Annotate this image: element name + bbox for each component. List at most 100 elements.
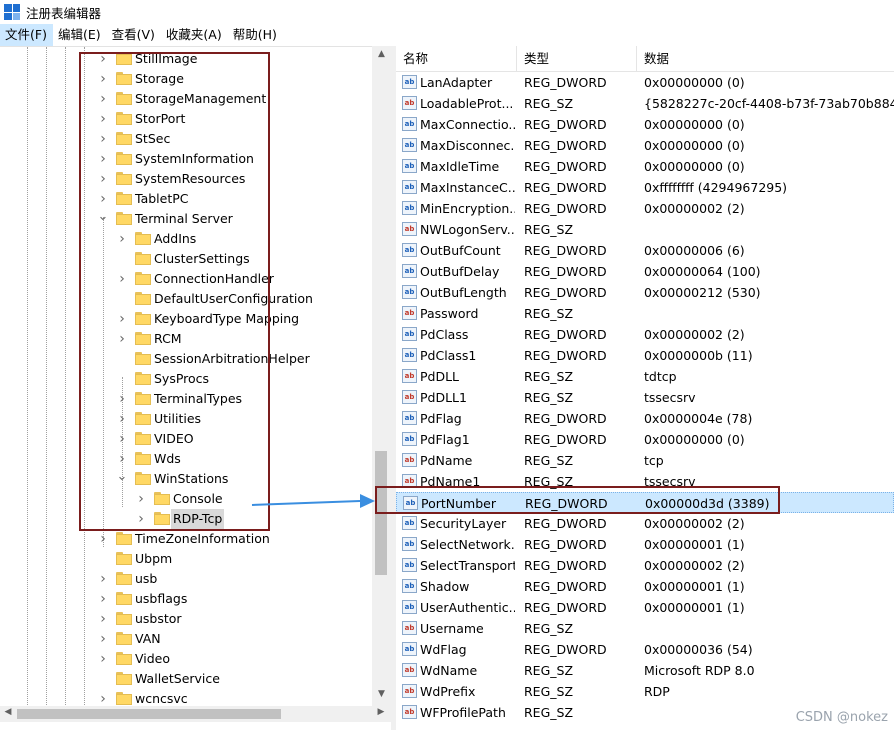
chevron-right-icon[interactable]: › <box>97 592 109 606</box>
value-row[interactable]: ab SecurityLayer REG_DWORD 0x00000002 (2) <box>396 513 894 534</box>
menu-item[interactable]: 编辑(E) <box>53 24 107 46</box>
value-type: REG_SZ <box>524 306 574 321</box>
column-data-header[interactable]: 数据 <box>637 46 894 72</box>
tree-node-label[interactable]: usb <box>133 569 159 589</box>
value-data: 0x00000002 (2) <box>644 327 745 342</box>
value-row[interactable]: ab MaxIdleTime REG_DWORD 0x00000000 (0) <box>396 156 894 177</box>
value-row[interactable]: ab PdDLL1 REG_SZ tssecsrv <box>396 387 894 408</box>
value-row[interactable]: ab SelectNetwork... REG_DWORD 0x00000001 (1… <box>396 534 894 555</box>
value-row[interactable]: ab SelectTransport REG_DWORD 0x00000002 (2) <box>396 555 894 576</box>
tree-node[interactable]: › usbstor <box>0 609 372 629</box>
reg-dword-icon: ab <box>402 243 417 257</box>
value-row[interactable]: ab PdFlag REG_DWORD 0x0000004e (78) <box>396 408 894 429</box>
value-row[interactable]: ab Password REG_SZ <box>396 303 894 324</box>
value-type: REG_SZ <box>524 705 574 720</box>
tree-node[interactable]: › VAN <box>0 629 372 649</box>
registry-editor-icon <box>4 4 20 20</box>
value-row[interactable]: ab MaxInstanceC... REG_DWORD 0xffffffff (42… <box>396 177 894 198</box>
tree-node[interactable]: WalletService <box>0 669 372 689</box>
value-type: REG_SZ <box>524 390 574 405</box>
chevron-right-icon[interactable]: › <box>97 532 109 546</box>
chevron-right-icon[interactable]: › <box>97 692 109 706</box>
folder-icon <box>116 612 132 625</box>
value-row[interactable]: ab PdClass REG_DWORD 0x00000002 (2) <box>396 324 894 345</box>
value-row[interactable]: ab WdFlag REG_DWORD 0x00000036 (54) <box>396 639 894 660</box>
value-name: MaxInstanceC... <box>420 180 515 195</box>
value-row[interactable]: ab MaxConnectio... REG_DWORD 0x00000000 (0) <box>396 114 894 135</box>
reg-dword-icon: ab <box>402 285 417 299</box>
folder-icon <box>116 672 132 685</box>
scroll-left-arrow-icon[interactable]: ◀ <box>0 707 16 717</box>
tree-hscroll-thumb[interactable] <box>17 709 281 719</box>
value-data: 0x00000000 (0) <box>644 138 745 153</box>
value-name: PdName <box>420 453 473 468</box>
value-row[interactable]: ab MinEncryption... REG_DWORD 0x00000002 (2… <box>396 198 894 219</box>
value-name: SelectNetwork... <box>420 537 515 552</box>
tree-node[interactable]: › usb <box>0 569 372 589</box>
value-name: WdName <box>420 663 478 678</box>
column-name-header[interactable]: 名称 <box>396 46 517 72</box>
tree-node[interactable]: › TimeZoneInformation <box>0 529 372 549</box>
menu-item[interactable]: 帮助(H) <box>228 24 283 46</box>
values-list: 名称 类型 数据 ab LanAdapter REG_DWORD 0x00000000… <box>396 46 894 730</box>
value-row[interactable]: ab MaxDisconnec... REG_DWORD 0x00000000 (0) <box>396 135 894 156</box>
value-type: REG_SZ <box>524 663 574 678</box>
tree-node-label[interactable]: usbflags <box>133 589 189 609</box>
value-data: 0x00000006 (6) <box>644 243 745 258</box>
value-name: Password <box>420 306 479 321</box>
value-row[interactable]: ab PdDLL REG_SZ tdtcp <box>396 366 894 387</box>
tree-node-label[interactable]: Ubpm <box>133 549 174 569</box>
reg-dword-icon: ab <box>402 516 417 530</box>
column-type-header[interactable]: 类型 <box>517 46 637 72</box>
value-row[interactable]: ab LanAdapter REG_DWORD 0x00000000 (0) <box>396 72 894 93</box>
tree-node[interactable]: › usbflags <box>0 589 372 609</box>
menu-bar: 文件(F) 编辑(E) 查看(V) 收藏夹(A) 帮助(H) <box>0 24 894 46</box>
tree-node-label[interactable]: Video <box>133 649 172 669</box>
chevron-right-icon[interactable]: › <box>97 612 109 626</box>
reg-dword-icon: ab <box>402 348 417 362</box>
tree-vertical-scrollbar[interactable]: ▲ ▼ <box>372 46 391 706</box>
value-type: REG_DWORD <box>524 264 607 279</box>
value-row[interactable]: ab OutBufCount REG_DWORD 0x00000006 (6) <box>396 240 894 261</box>
value-name: Username <box>420 621 484 636</box>
value-row[interactable]: ab Shadow REG_DWORD 0x00000001 (1) <box>396 576 894 597</box>
value-name: SelectTransport <box>420 558 515 573</box>
chevron-right-icon[interactable]: › <box>97 632 109 646</box>
list-header: 名称 类型 数据 <box>396 46 894 72</box>
annotation-arrow-head <box>360 494 375 508</box>
value-row[interactable]: ab PdFlag1 REG_DWORD 0x00000000 (0) <box>396 429 894 450</box>
tree-node[interactable]: › Video <box>0 649 372 669</box>
tree-node-label[interactable]: VAN <box>133 629 163 649</box>
value-data: 0x0000000b (11) <box>644 348 753 363</box>
value-name: MinEncryption... <box>420 201 515 216</box>
value-row[interactable]: ab NWLogonServ... REG_SZ <box>396 219 894 240</box>
chevron-right-icon[interactable]: › <box>97 652 109 666</box>
value-row[interactable]: ab OutBufLength REG_DWORD 0x00000212 (530) <box>396 282 894 303</box>
value-row[interactable]: ab PdClass1 REG_DWORD 0x0000000b (11) <box>396 345 894 366</box>
tree-node-label[interactable]: usbstor <box>133 609 184 629</box>
tree-node-label[interactable]: WalletService <box>133 669 222 689</box>
scroll-down-arrow-icon[interactable]: ▼ <box>372 689 391 699</box>
scroll-up-arrow-icon[interactable]: ▲ <box>372 49 391 59</box>
value-row[interactable]: ab PdName REG_SZ tcp <box>396 450 894 471</box>
value-type: REG_DWORD <box>524 516 607 531</box>
chevron-right-icon[interactable]: › <box>97 572 109 586</box>
reg-dword-icon: ab <box>402 117 417 131</box>
value-row[interactable]: ab OutBufDelay REG_DWORD 0x00000064 (100) <box>396 261 894 282</box>
menu-item[interactable]: 查看(V) <box>107 24 161 46</box>
tree-node[interactable]: Ubpm <box>0 549 372 569</box>
value-row[interactable]: ab LoadableProt... REG_SZ {5828227c-20cf-44… <box>396 93 894 114</box>
value-row[interactable]: ab WdName REG_SZ Microsoft RDP 8.0 <box>396 660 894 681</box>
value-type: REG_DWORD <box>524 117 607 132</box>
menu-item[interactable]: 收藏夹(A) <box>161 24 228 46</box>
tree-node-label[interactable]: TimeZoneInformation <box>133 529 272 549</box>
value-row[interactable]: ab UserAuthentic... REG_DWORD 0x00000001 (1… <box>396 597 894 618</box>
menu-item[interactable]: 文件(F) <box>0 24 53 46</box>
value-row[interactable]: ab Username REG_SZ <box>396 618 894 639</box>
tree-horizontal-scrollbar[interactable]: ◀ ▶ <box>0 706 391 722</box>
value-name: OutBufLength <box>420 285 507 300</box>
value-row[interactable]: ab WdPrefix REG_SZ RDP <box>396 681 894 702</box>
reg-sz-icon: ab <box>402 222 417 236</box>
scroll-right-arrow-icon[interactable]: ▶ <box>373 707 389 717</box>
value-name: MaxIdleTime <box>420 159 500 174</box>
